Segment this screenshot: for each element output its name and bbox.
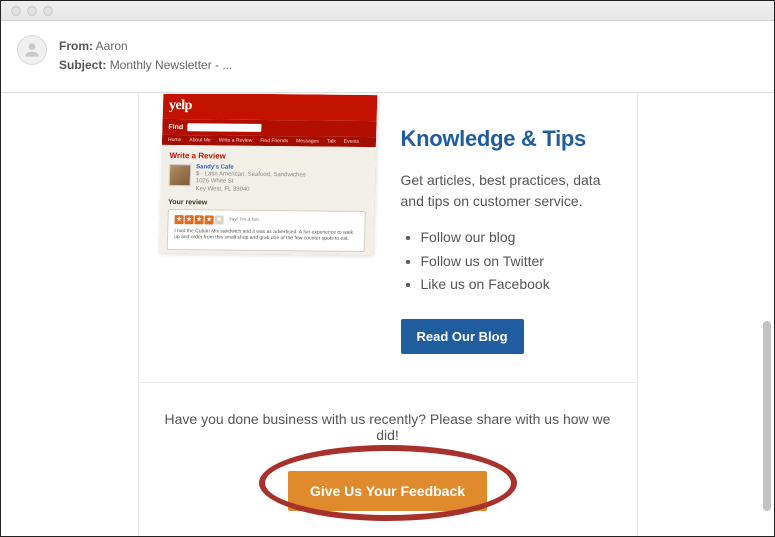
yelp-nav-item: Home (167, 137, 181, 143)
feedback-button[interactable]: Give Us Your Feedback (288, 471, 487, 511)
email-header-text: From: Aaron Subject: Monthly Newsletter … (59, 35, 232, 75)
window-minimize-icon[interactable] (27, 6, 37, 16)
list-item: Follow us on Twitter (421, 250, 615, 274)
read-blog-button[interactable]: Read Our Blog (401, 319, 524, 354)
your-review-label: Your review (168, 199, 366, 208)
user-icon (22, 40, 42, 60)
yelp-find-label: Find (168, 123, 183, 130)
business-row: Sandy's Cafe $ · Latin American, Seafood… (168, 164, 367, 195)
yelp-header: yelp (162, 94, 377, 121)
business-addr2: Key West, FL 33040 (195, 186, 305, 194)
window-zoom-icon[interactable] (43, 6, 53, 16)
email-header: From: Aaron Subject: Monthly Newsletter … (1, 21, 774, 93)
knowledge-title: Knowledge & Tips (401, 126, 615, 152)
newsletter-frame: yelp Find Home About Me Write a Review F… (138, 94, 638, 536)
star-icon (184, 215, 193, 224)
subject-line: Subject: Monthly Newsletter - ... (59, 56, 232, 75)
star-icon (204, 215, 213, 224)
email-preview-window: From: Aaron Subject: Monthly Newsletter … (0, 0, 775, 537)
star-icon (194, 215, 203, 224)
feedback-section: Have you done business with us recently?… (139, 383, 637, 536)
from-value: Aaron (96, 39, 128, 53)
yelp-nav-item: Events (343, 139, 358, 145)
from-line: From: Aaron (59, 37, 232, 56)
subject-label: Subject: (59, 58, 106, 72)
vertical-scrollbar[interactable] (763, 321, 771, 511)
window-titlebar (1, 1, 774, 21)
star-rating: Yay! I'm a fan. (174, 215, 358, 226)
yelp-nav-item: Write a Review (218, 137, 252, 143)
review-text: I had the Cuban Mix sandwich and it was … (173, 228, 357, 243)
yelp-nav-item: Talk (326, 139, 335, 145)
yelp-find-input (187, 123, 261, 132)
star-icon (214, 215, 223, 224)
list-item: Like us on Facebook (421, 273, 615, 297)
business-thumb (168, 164, 191, 186)
knowledge-column: Knowledge & Tips Get articles, best prac… (375, 100, 615, 354)
knowledge-intro: Get articles, best practices, data and t… (401, 170, 615, 212)
email-body: yelp Find Home About Me Write a Review F… (1, 94, 774, 536)
list-item: Follow our blog (421, 226, 615, 250)
avatar (17, 35, 47, 65)
write-review-link: Write a Review (169, 151, 367, 162)
review-box: Yay! I'm a fan. I had the Cuban Mix sand… (166, 209, 365, 252)
subject-value: Monthly Newsletter - ... (110, 58, 233, 72)
star-icon (174, 215, 183, 224)
yelp-logo: yelp (168, 98, 191, 114)
yelp-body: Write a Review Sandy's Cafe $ · Latin Am… (158, 145, 375, 255)
yelp-nav-item: Messages (295, 138, 318, 144)
yelp-nav-item: Find Friends (260, 138, 288, 144)
star-caption: Yay! I'm a fan. (228, 217, 260, 223)
feedback-prompt: Have you done business with us recently?… (161, 411, 615, 443)
from-label: From: (59, 39, 93, 53)
knowledge-section: yelp Find Home About Me Write a Review F… (139, 94, 637, 383)
yelp-nav-item: About Me (189, 137, 211, 143)
yelp-screenshot: yelp Find Home About Me Write a Review F… (158, 94, 377, 255)
window-close-icon[interactable] (11, 6, 21, 16)
knowledge-list: Follow our blog Follow us on Twitter Lik… (401, 226, 615, 297)
business-meta: Sandy's Cafe $ · Latin American, Seafood… (195, 164, 306, 194)
